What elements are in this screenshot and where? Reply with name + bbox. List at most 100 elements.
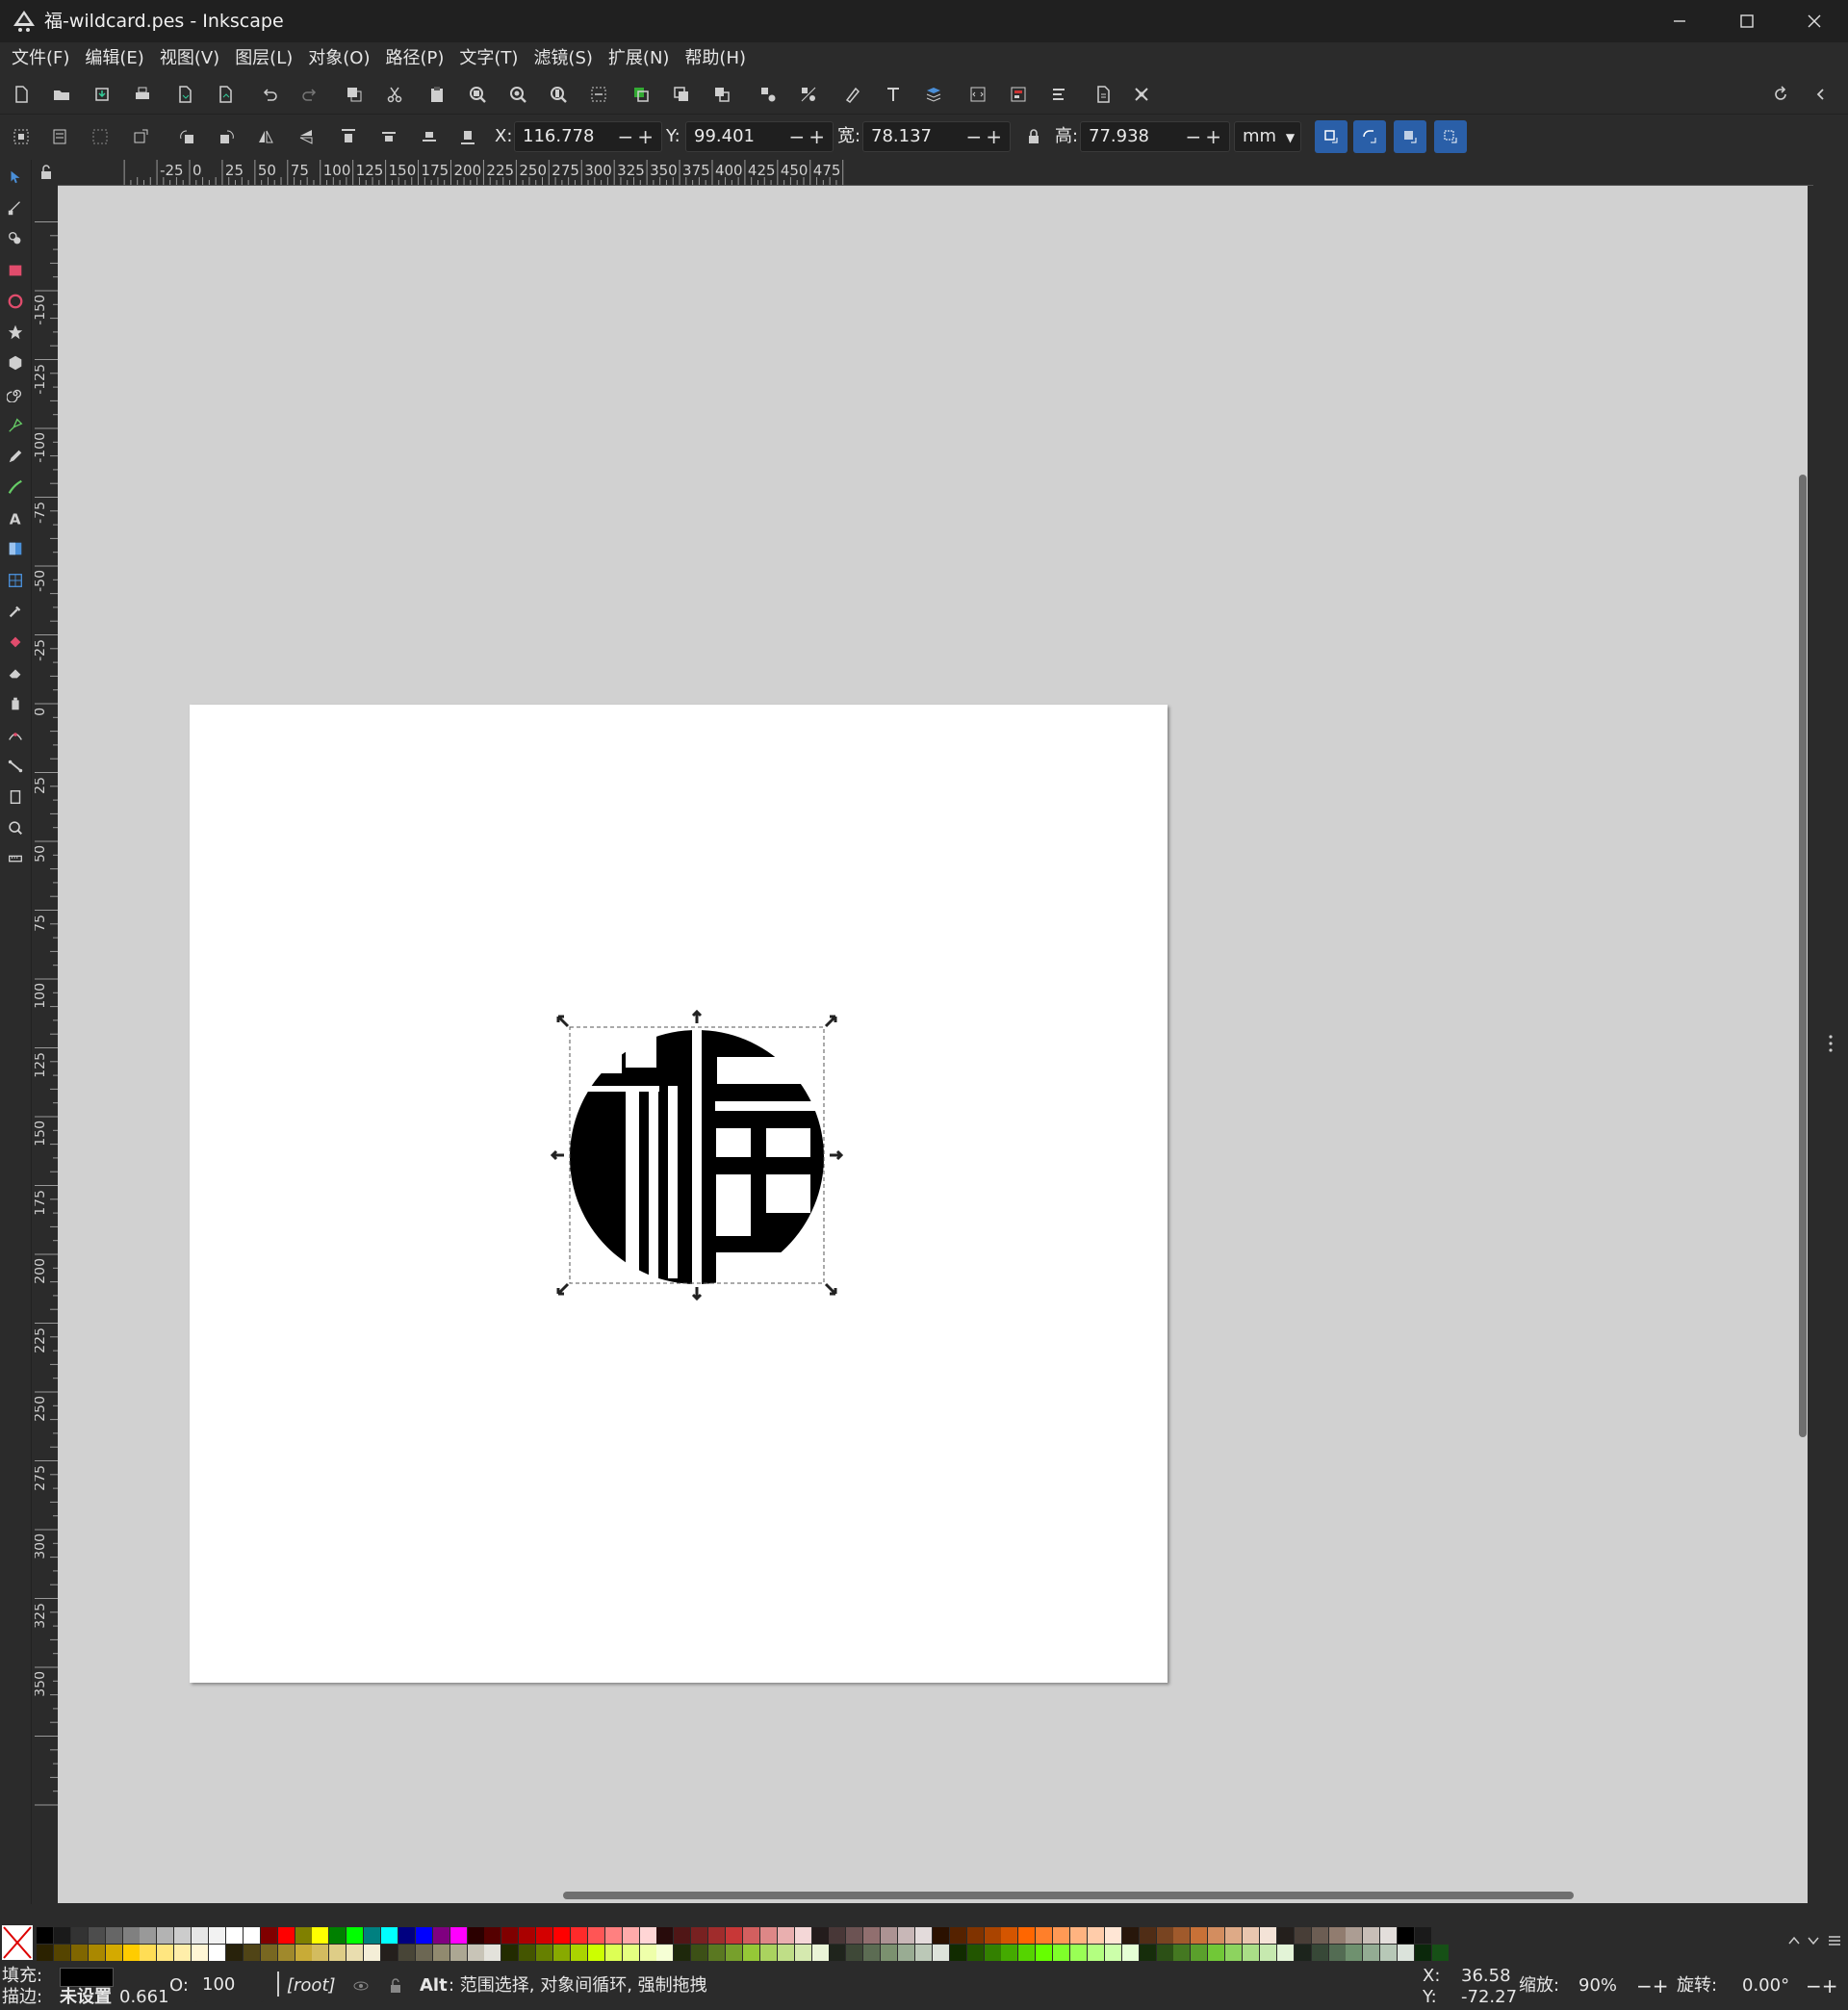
color-swatch[interactable]: [984, 1927, 1001, 1944]
menu-file[interactable]: 文件(F): [4, 42, 77, 75]
color-swatch[interactable]: [726, 1927, 742, 1944]
color-swatch[interactable]: [898, 1927, 914, 1944]
color-swatch[interactable]: [225, 1927, 243, 1944]
y-spin-buttons[interactable]: −+: [788, 122, 829, 151]
color-swatch[interactable]: [312, 1945, 329, 1961]
color-swatch[interactable]: [295, 1927, 312, 1944]
export-button[interactable]: [214, 83, 237, 106]
fu-glyph[interactable]: [570, 1012, 909, 1291]
color-swatch[interactable]: [1328, 1927, 1346, 1944]
layers-button[interactable]: [922, 83, 945, 106]
color-swatch[interactable]: [1431, 1945, 1449, 1961]
preferences-button[interactable]: [1130, 83, 1153, 106]
canvas[interactable]: [58, 186, 1808, 1903]
connector-tool[interactable]: [4, 755, 27, 778]
ellipse-tool[interactable]: [4, 290, 27, 313]
zoom-page-button[interactable]: [547, 83, 570, 106]
color-swatch[interactable]: [432, 1927, 449, 1944]
maximize-button[interactable]: [1713, 0, 1781, 42]
x-spin-buttons[interactable]: −+: [617, 122, 657, 151]
color-swatch[interactable]: [587, 1945, 604, 1961]
color-swatch[interactable]: [398, 1927, 415, 1944]
horizontal-ruler[interactable]: -25 0 25 50 75 100 125 150 175 200 225 250 275 300 325…: [58, 160, 1813, 186]
handle-ne-icon[interactable]: [824, 1015, 837, 1028]
palette-scroll-up-icon[interactable]: [1786, 1933, 1802, 1948]
clone-button[interactable]: [670, 83, 693, 106]
unit-select[interactable]: mm ▼: [1234, 121, 1301, 152]
color-swatch[interactable]: [1139, 1945, 1156, 1961]
color-swatch[interactable]: [656, 1927, 674, 1944]
color-swatch[interactable]: [1294, 1927, 1311, 1944]
stroke-value[interactable]: 未设置: [60, 1987, 112, 2008]
color-swatch[interactable]: [914, 1945, 932, 1961]
color-swatch[interactable]: [1276, 1945, 1294, 1961]
scale-stroke-toggle[interactable]: [1315, 120, 1348, 153]
color-swatch[interactable]: [243, 1927, 260, 1944]
close-button[interactable]: [1781, 0, 1848, 42]
copy-button[interactable]: [343, 83, 366, 106]
color-swatch[interactable]: [174, 1927, 192, 1944]
undo-button[interactable]: [258, 83, 281, 106]
zoom-drawing-button[interactable]: [506, 83, 529, 106]
menu-filters[interactable]: 滤镜(S): [526, 42, 600, 75]
color-swatch[interactable]: [674, 1927, 691, 1944]
color-swatch[interactable]: [777, 1945, 794, 1961]
color-swatch[interactable]: [829, 1945, 846, 1961]
color-swatch[interactable]: [140, 1927, 157, 1944]
color-swatch[interactable]: [604, 1945, 622, 1961]
object-properties-button[interactable]: [1047, 83, 1070, 106]
color-swatch[interactable]: [277, 1945, 295, 1961]
menu-extensions[interactable]: 扩展(N): [601, 42, 678, 75]
color-swatch[interactable]: [1173, 1927, 1191, 1944]
color-swatch[interactable]: [949, 1927, 966, 1944]
color-swatch[interactable]: [691, 1945, 708, 1961]
handle-w-icon[interactable]: [550, 1149, 564, 1161]
color-swatch[interactable]: [742, 1945, 759, 1961]
color-swatch[interactable]: [364, 1927, 381, 1944]
color-swatch[interactable]: [674, 1945, 691, 1961]
move-gradients-toggle[interactable]: [1394, 120, 1426, 153]
handle-s-icon[interactable]: [691, 1287, 703, 1301]
color-swatch[interactable]: [708, 1927, 726, 1944]
color-swatch[interactable]: [346, 1927, 364, 1944]
color-swatch[interactable]: [501, 1945, 519, 1961]
opacity-spinbox[interactable]: 100: [194, 1968, 264, 2002]
menu-object[interactable]: 对象(O): [300, 42, 377, 75]
color-swatch[interactable]: [863, 1927, 881, 1944]
color-swatch[interactable]: [622, 1927, 639, 1944]
color-swatch[interactable]: [1104, 1945, 1121, 1961]
select-all-button[interactable]: [10, 125, 33, 148]
y-spinbox[interactable]: 99.401 −+: [685, 121, 834, 152]
mesh-tool[interactable]: [4, 569, 27, 592]
color-swatch[interactable]: [604, 1927, 622, 1944]
current-layer[interactable]: [root]: [287, 1975, 336, 1997]
color-swatch[interactable]: [1036, 1927, 1053, 1944]
color-swatch[interactable]: [536, 1945, 553, 1961]
color-swatch[interactable]: [329, 1927, 346, 1944]
color-swatch[interactable]: [1053, 1945, 1070, 1961]
color-swatch[interactable]: [53, 1927, 70, 1944]
fill-indicator[interactable]: [60, 1968, 114, 1987]
color-swatch[interactable]: [243, 1945, 260, 1961]
menu-text[interactable]: 文字(T): [451, 42, 526, 75]
color-swatch[interactable]: [966, 1927, 984, 1944]
color-swatch[interactable]: [1053, 1927, 1070, 1944]
color-swatch[interactable]: [122, 1945, 140, 1961]
color-swatch[interactable]: [484, 1927, 501, 1944]
color-swatch[interactable]: [1018, 1927, 1036, 1944]
color-swatch[interactable]: [105, 1945, 122, 1961]
color-swatch[interactable]: [192, 1927, 209, 1944]
color-swatch[interactable]: [467, 1945, 484, 1961]
pencil-tool[interactable]: [4, 445, 27, 468]
spiral-tool[interactable]: [4, 382, 27, 405]
color-swatch[interactable]: [398, 1945, 415, 1961]
color-swatch[interactable]: [1208, 1927, 1225, 1944]
spray-tool[interactable]: [4, 692, 27, 715]
menu-help[interactable]: 帮助(H): [677, 42, 754, 75]
color-swatch[interactable]: [656, 1945, 674, 1961]
select-all-layers-button[interactable]: [48, 125, 71, 148]
rotate-value[interactable]: 0.00°: [1742, 1975, 1789, 1997]
color-swatch[interactable]: [1121, 1927, 1139, 1944]
color-swatch[interactable]: [312, 1927, 329, 1944]
color-swatch[interactable]: [639, 1927, 656, 1944]
